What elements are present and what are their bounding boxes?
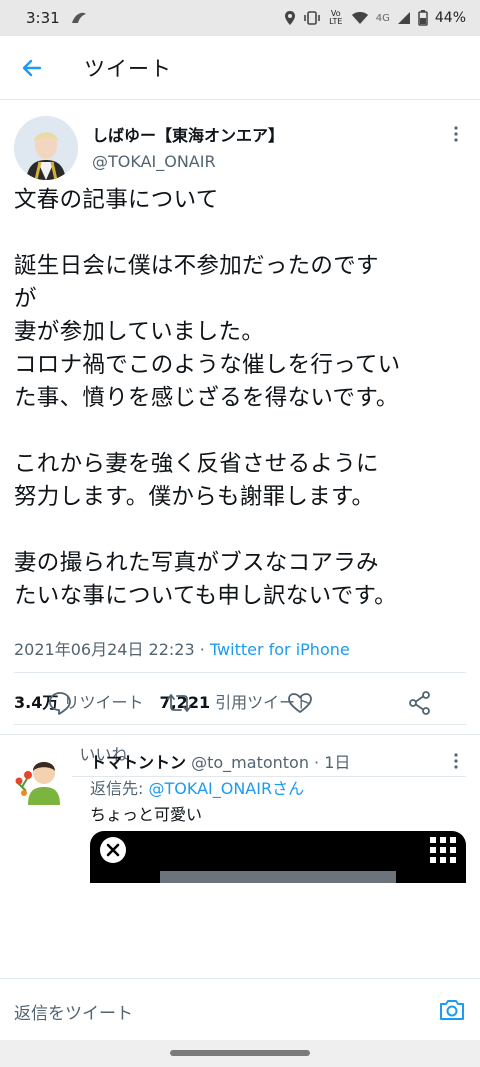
retweet-icon[interactable] [166, 690, 192, 716]
status-bar: 3:31 Vo LTE 4G 44% [0, 0, 480, 36]
replying-to-prefix: 返信先: [90, 779, 149, 798]
reply-avatar[interactable] [14, 747, 72, 805]
like-heart-icon[interactable] [287, 690, 313, 716]
reply-handle-time: @to_matonton · 1日 [191, 753, 351, 772]
back-arrow-icon[interactable] [20, 55, 46, 81]
share-icon[interactable] [407, 690, 433, 716]
replying-to: 返信先: @TOKAI_ONAIRさん [90, 775, 304, 799]
reply-more-options-icon[interactable] [446, 751, 466, 771]
reply-tweet[interactable]: トマトントン @to_matonton · 1日 返信先: @TOKAI_ONA… [0, 734, 480, 883]
close-icon[interactable] [100, 837, 126, 863]
divider [14, 672, 466, 673]
reply-media[interactable] [90, 831, 466, 883]
status-time: 3:31 [26, 9, 60, 27]
camera-icon[interactable] [438, 997, 466, 1023]
battery-icon [418, 10, 428, 26]
home-gesture-handle[interactable] [170, 1050, 310, 1056]
reply-input-placeholder[interactable]: 返信をツイート [14, 999, 133, 1024]
grid-icon[interactable] [430, 837, 456, 863]
divider [14, 724, 466, 725]
volte-label: Vo LTE [329, 9, 343, 26]
author-avatar[interactable] [14, 116, 78, 180]
media-image-preview [160, 871, 396, 883]
tweet-datetime: 2021年06月24日 22:23 [14, 640, 195, 659]
replying-to-mention[interactable]: @TOKAI_ONAIRさん [148, 779, 304, 798]
reply-text: ちょっと可愛い [90, 805, 203, 824]
author-handle[interactable]: @TOKAI_ONAIR [92, 152, 216, 171]
notification-app-icon [70, 11, 88, 25]
tweet-text: 文春の記事について 誕生日会に僕は不参加だったのです が 妻が参加していました。… [14, 187, 401, 609]
tweet-actions [0, 690, 480, 724]
meta-separator: · [194, 640, 210, 659]
reply-author: トマトントン @to_matonton · 1日 [90, 749, 350, 773]
tweet-source-link[interactable]: Twitter for iPhone [210, 640, 350, 659]
battery-percent: 44% [434, 10, 466, 26]
network-type: 4G [375, 12, 390, 24]
system-nav-bar [0, 1040, 480, 1067]
tweet-meta: 2021年06月24日 22:23 · Twitter for iPhone [14, 636, 350, 660]
app-header: ツイート [0, 36, 480, 100]
location-icon [284, 10, 296, 26]
wifi-icon [351, 11, 369, 25]
page-title: ツイート [84, 56, 172, 81]
reply-icon[interactable] [47, 690, 73, 716]
signal-icon [397, 11, 411, 25]
vibrate-icon [303, 11, 321, 25]
more-options-icon[interactable] [446, 124, 466, 144]
author-name[interactable]: しばゆー【東海オンエア】 [92, 122, 284, 146]
reply-author-name[interactable]: トマトントン [90, 753, 186, 772]
reply-compose-bar[interactable]: 返信をツイート [0, 978, 480, 1041]
